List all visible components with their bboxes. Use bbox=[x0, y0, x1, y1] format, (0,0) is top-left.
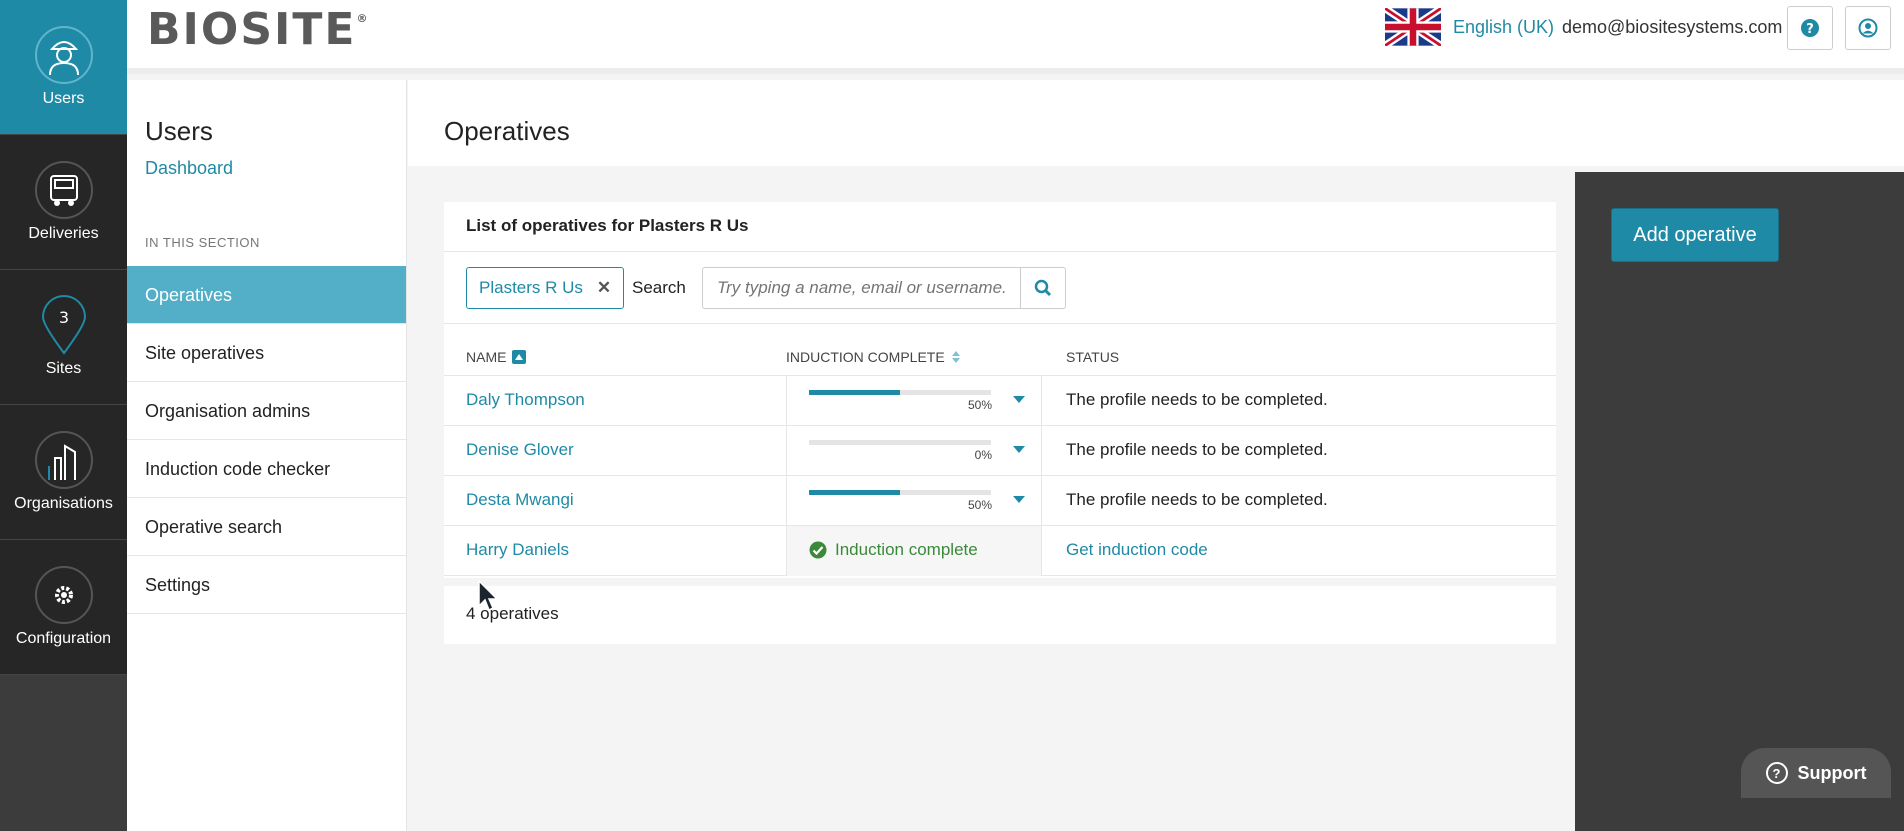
induction-cell: 0% bbox=[786, 426, 1042, 476]
induction-percent: 0% bbox=[974, 448, 992, 462]
operatives-count: 4 operatives bbox=[444, 586, 1556, 644]
rail-label: Configuration bbox=[15, 630, 112, 647]
rail-label: Organisations bbox=[14, 495, 113, 512]
svg-text:3: 3 bbox=[58, 308, 68, 327]
nav-item-site-operatives[interactable]: Site operatives bbox=[127, 324, 406, 382]
column-status: STATUS bbox=[1066, 349, 1120, 365]
status-text: The profile needs to be completed. bbox=[1066, 390, 1328, 409]
filter-row: Plasters R Us ✕ Search bbox=[444, 252, 1556, 324]
help-button[interactable]: ? bbox=[1787, 6, 1833, 50]
search-button[interactable] bbox=[1020, 267, 1066, 309]
truck-icon bbox=[34, 161, 93, 219]
chevron-down-icon[interactable] bbox=[1013, 496, 1025, 503]
svg-text:?: ? bbox=[1806, 22, 1814, 37]
table-row: Daly Thompson 50% The profile needs to b… bbox=[444, 376, 1556, 426]
chevron-down-icon[interactable] bbox=[1013, 446, 1025, 453]
add-operative-button[interactable]: Add operative bbox=[1611, 208, 1779, 262]
induction-progress-bar bbox=[809, 440, 991, 445]
account-button[interactable] bbox=[1845, 6, 1891, 50]
top-bar: BIOSITE® English (UK) demo@biositesystem… bbox=[127, 0, 1904, 74]
page-header: Operatives bbox=[408, 80, 1904, 166]
operative-name-link[interactable]: Desta Mwangi bbox=[466, 490, 574, 510]
induction-percent: 50% bbox=[967, 398, 992, 412]
rail-label: Users bbox=[42, 90, 85, 107]
chip-label: Plasters R Us bbox=[479, 278, 583, 297]
rail-item-organisations[interactable]: Organisations bbox=[0, 405, 127, 540]
section-label: IN THIS SECTION bbox=[145, 235, 260, 250]
table-row: Denise Glover 0% The profile needs to be… bbox=[444, 426, 1556, 476]
user-icon bbox=[1858, 18, 1878, 38]
uk-flag-icon[interactable] bbox=[1385, 8, 1441, 46]
app-rail: Users Deliveries 3 Sites Organisations C… bbox=[0, 0, 127, 831]
close-icon[interactable]: ✕ bbox=[597, 278, 611, 298]
gear-icon bbox=[34, 566, 93, 624]
support-button[interactable]: ? Support bbox=[1741, 748, 1891, 798]
user-email[interactable]: demo@biositesystems.com bbox=[1562, 17, 1782, 38]
dashboard-link[interactable]: Dashboard bbox=[145, 158, 233, 179]
operative-name-link[interactable]: Harry Daniels bbox=[466, 540, 569, 560]
nav-item-organisation-admins[interactable]: Organisation admins bbox=[127, 382, 406, 440]
sort-asc-icon bbox=[512, 350, 527, 364]
induction-percent: 50% bbox=[967, 498, 992, 512]
column-name[interactable]: NAME bbox=[466, 349, 527, 365]
section-nav: Users Dashboard IN THIS SECTION Operativ… bbox=[127, 80, 407, 831]
nav-item-induction-code-checker[interactable]: Induction code checker bbox=[127, 440, 406, 498]
chevron-down-icon[interactable] bbox=[1013, 396, 1025, 403]
induction-cell: Induction complete bbox=[786, 526, 1042, 576]
check-circle-icon bbox=[809, 541, 827, 559]
operative-name-link[interactable]: Daly Thompson bbox=[466, 390, 585, 410]
status-text: The profile needs to be completed. bbox=[1066, 490, 1328, 509]
organisation-filter-chip[interactable]: Plasters R Us ✕ bbox=[466, 267, 625, 309]
language-selector[interactable]: English (UK) bbox=[1453, 17, 1554, 38]
search-icon bbox=[1034, 279, 1052, 297]
status-text: The profile needs to be completed. bbox=[1066, 440, 1328, 459]
rail-item-users[interactable]: Users bbox=[0, 0, 127, 135]
induction-complete-badge: Induction complete bbox=[809, 540, 978, 560]
rail-label: Deliveries bbox=[28, 225, 99, 242]
worker-icon bbox=[34, 26, 93, 84]
nav-item-operative-search[interactable]: Operative search bbox=[127, 498, 406, 556]
get-induction-code-link[interactable]: Get induction code bbox=[1066, 540, 1208, 560]
brand-logo[interactable]: BIOSITE® bbox=[147, 4, 367, 55]
nav-item-operatives[interactable]: Operatives bbox=[127, 266, 406, 324]
operatives-card: List of operatives for Plasters R Us Pla… bbox=[444, 202, 1556, 644]
section-title: Users bbox=[145, 116, 213, 146]
rail-item-deliveries[interactable]: Deliveries bbox=[0, 135, 127, 270]
table-header: NAME INDUCTION COMPLETE STATUS bbox=[444, 324, 1556, 376]
section-nav-list: Operatives Site operatives Organisation … bbox=[127, 266, 406, 614]
rail-label: Sites bbox=[45, 360, 82, 377]
table-row: Desta Mwangi 50% The profile needs to be… bbox=[444, 476, 1556, 526]
operative-name-link[interactable]: Denise Glover bbox=[466, 440, 574, 460]
search-input[interactable] bbox=[702, 267, 1022, 309]
map-pin-icon: 3 bbox=[35, 295, 93, 355]
induction-cell: 50% bbox=[786, 476, 1042, 526]
actions-panel: Add operative ? Support bbox=[1575, 172, 1904, 831]
induction-cell: 50% bbox=[786, 376, 1042, 426]
rail-item-sites[interactable]: 3 Sites bbox=[0, 270, 127, 405]
induction-progress-bar bbox=[809, 390, 991, 395]
nav-item-settings[interactable]: Settings bbox=[127, 556, 406, 614]
building-icon bbox=[34, 431, 93, 489]
rail-item-configuration[interactable]: Configuration bbox=[0, 540, 127, 675]
mouse-cursor-icon bbox=[478, 580, 499, 612]
page-title: Operatives bbox=[444, 116, 570, 146]
induction-progress-bar bbox=[809, 490, 991, 495]
help-icon: ? bbox=[1801, 19, 1819, 37]
help-icon: ? bbox=[1765, 762, 1788, 784]
sort-icon bbox=[951, 351, 960, 363]
table-row: Harry Daniels Induction complete Get ind… bbox=[444, 526, 1556, 576]
column-induction[interactable]: INDUCTION COMPLETE bbox=[786, 349, 961, 365]
search-label: Search bbox=[632, 278, 686, 297]
card-title: List of operatives for Plasters R Us bbox=[444, 202, 1556, 252]
